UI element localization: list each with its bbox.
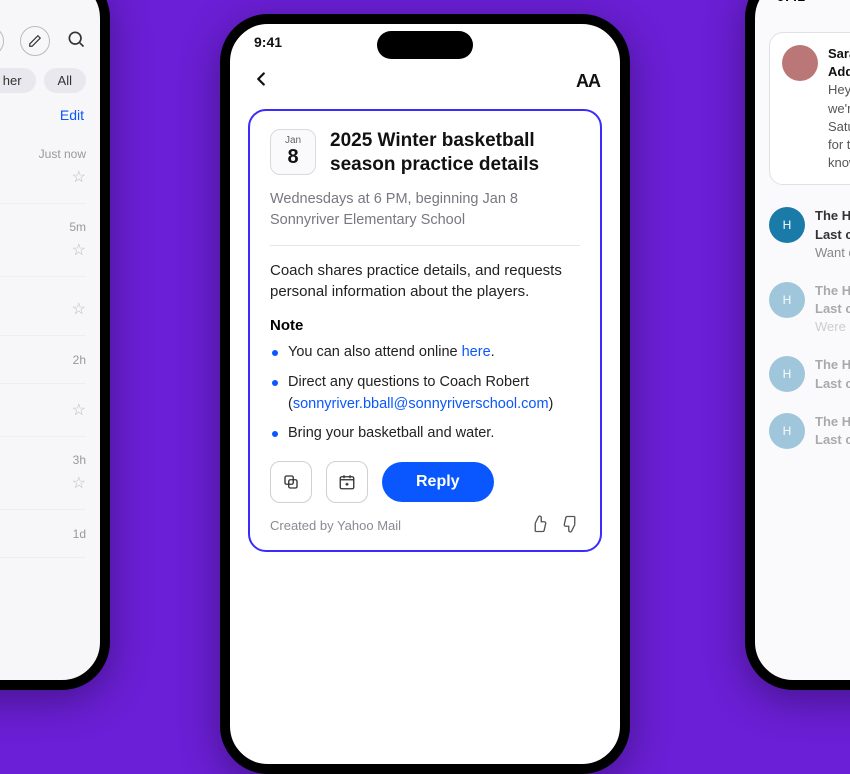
divider	[270, 245, 580, 246]
reply-button[interactable]: Reply	[382, 462, 494, 502]
list-item[interactable]: ture Date 1d	[0, 510, 86, 558]
sender-name: Sarah C	[828, 45, 850, 63]
chip[interactable]: All	[44, 68, 86, 93]
star-icon[interactable]: ☆	[72, 240, 86, 260]
note-item: Bring your basketball and water.	[270, 423, 580, 445]
sender-name: The Hu	[815, 207, 850, 225]
note-heading: Note	[270, 317, 580, 334]
star-icon[interactable]: ☆	[72, 167, 86, 187]
search-icon[interactable]	[66, 29, 86, 54]
left-filter-chips: her All	[0, 62, 100, 99]
summary-card: Jan 8 2025 Winter basketball season prac…	[248, 109, 602, 552]
avatar: H	[769, 413, 805, 449]
note-list: You can also attend online here. Direct …	[270, 342, 580, 445]
card-actions: Reply	[270, 461, 580, 503]
dynamic-island	[377, 31, 473, 59]
card-preview: Hey. Ju we're st Saturda for this know.	[828, 81, 850, 172]
card-subject: Adding …	[828, 63, 850, 81]
avatar: H	[769, 356, 805, 392]
list-item[interactable]: H The Hu Last ch	[755, 346, 850, 402]
text-size-icon[interactable]: AA	[576, 71, 600, 92]
calendar-add-icon[interactable]	[326, 461, 368, 503]
message-topbar: AA	[230, 64, 620, 109]
compose-icon[interactable]	[0, 26, 4, 56]
list-item[interactable]: Just now☆	[0, 131, 86, 204]
list-item[interactable]: H The Hu Last cha Want c	[755, 197, 850, 272]
list-item[interactable]: I to… ☆	[0, 277, 86, 336]
link-email[interactable]: sonnyriver.bball@sonnyriverschool.com	[293, 396, 549, 412]
subject: Last cha	[815, 226, 850, 244]
edit-link[interactable]: Edit	[0, 99, 100, 131]
status-time: 9:41	[254, 34, 282, 50]
star-icon[interactable]: ☆	[72, 299, 86, 319]
status-bar	[0, 0, 100, 20]
card-title: 2025 Winter basketball season practice d…	[330, 129, 580, 177]
thumbs-up-icon[interactable]	[530, 515, 548, 536]
center-phone: 9:41 AA Jan 8 2025 Winter basketball sea…	[220, 14, 630, 774]
list-item[interactable]: lease 2h	[0, 336, 86, 384]
note-item: You can also attend online here.	[270, 342, 580, 364]
avatar	[782, 45, 818, 81]
list-item[interactable]: for your 3h☆	[0, 437, 86, 510]
left-toolbar	[0, 20, 100, 62]
list-item[interactable]: 5m☆	[0, 204, 86, 277]
date-day: 8	[287, 146, 298, 168]
star-icon[interactable]: ☆	[72, 473, 86, 493]
chip[interactable]: her	[0, 68, 36, 93]
link-here[interactable]: here	[462, 344, 491, 360]
preview: Want c	[815, 244, 850, 262]
card-summary: Coach shares practice details, and reque…	[270, 260, 580, 304]
status-bar: 9:41	[230, 24, 620, 64]
card-subtitle: Wednesdays at 6 PM, beginning Jan 8 Sonn…	[270, 189, 580, 231]
list-item[interactable]: H The Hu Last ch Were cr	[755, 272, 850, 347]
list-item[interactable]: H The Hu Last ch	[755, 403, 850, 459]
status-time: 9:41	[777, 0, 805, 4]
edit-icon[interactable]	[20, 26, 50, 56]
created-by-label: Created by Yahoo Mail	[270, 518, 401, 533]
date-badge: Jan 8	[270, 129, 316, 175]
star-icon[interactable]: ☆	[72, 400, 86, 420]
left-phone-partial: her All Edit Just now☆ 5m☆ I to… ☆ lease…	[0, 0, 110, 690]
right-phone-partial: 9:41 Sarah C Adding … Hey. Ju we're st S…	[745, 0, 850, 690]
featured-card[interactable]: Sarah C Adding … Hey. Ju we're st Saturd…	[769, 32, 850, 185]
back-icon[interactable]	[250, 68, 272, 95]
copy-icon[interactable]	[270, 461, 312, 503]
avatar: H	[769, 282, 805, 318]
date-month: Jan	[285, 136, 301, 146]
avatar: H	[769, 207, 805, 243]
thumbs-down-icon[interactable]	[562, 515, 580, 536]
note-item: Direct any questions to Coach Robert (so…	[270, 372, 580, 416]
list-item[interactable]: and I sa… ☆	[0, 384, 86, 437]
